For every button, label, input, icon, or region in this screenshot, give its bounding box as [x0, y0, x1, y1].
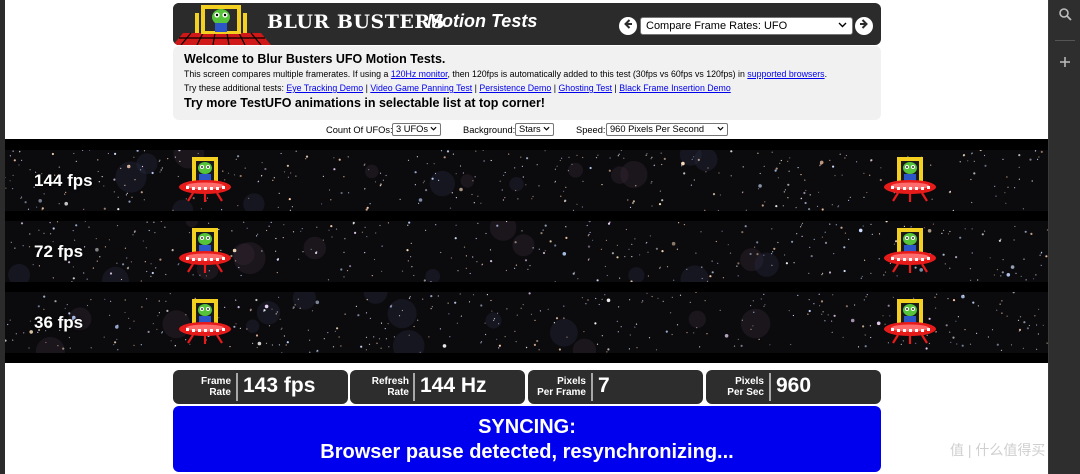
- welcome-panel: Welcome to Blur Busters UFO Motion Tests…: [173, 46, 881, 120]
- site-header: BLUR BUSTERS Motion Tests Compare Frame …: [173, 3, 881, 45]
- stat-label: Frame Rate: [181, 376, 231, 398]
- background-value: Stars: [519, 124, 541, 134]
- options-bar: Count Of UFOs: 3 UFOs Background: Stars …: [5, 123, 1048, 137]
- lane-fps-label: 72 fps: [34, 242, 84, 261]
- speed-label: Speed:: [576, 125, 606, 135]
- description-text: .: [824, 69, 828, 79]
- stat-divider: [591, 373, 593, 401]
- sync-title: SYNCING:: [478, 416, 576, 438]
- stat-frame-rate: Frame Rate 143 fps: [173, 370, 348, 404]
- speed-select[interactable]: 960 Pixels Per Second: [606, 123, 728, 136]
- sync-message: Browser pause detected, resynchronizing.…: [320, 441, 734, 463]
- arrow-left-circle-icon: [622, 17, 634, 35]
- additional-tests-label: Try these additional tests:: [184, 83, 287, 93]
- stat-label-line: Pixels: [557, 376, 586, 387]
- stat-divider: [236, 373, 238, 401]
- stat-label-line: Per Frame: [537, 387, 586, 398]
- stat-label-line: Refresh: [371, 376, 409, 387]
- test-select[interactable]: Compare Frame Rates: UFO: [640, 17, 853, 35]
- stat-divider: [769, 373, 771, 401]
- ufo-sprite: [177, 227, 233, 277]
- watermark: 值 | 什么值得买: [950, 442, 1046, 458]
- stat-refresh-rate: Refresh Rate 144 Hz: [350, 370, 525, 404]
- stat-divider: [413, 373, 415, 401]
- sidebar-divider: [1055, 40, 1075, 41]
- stat-label-line: Frame: [200, 376, 231, 387]
- link-black-frame-insertion-demo[interactable]: Black Frame Insertion Demo: [619, 83, 730, 93]
- stat-label-line: Pixels: [735, 376, 764, 387]
- lane-fps-label: 36 fps: [34, 313, 84, 332]
- speed-value: 960 Pixels Per Second: [610, 124, 705, 134]
- ufo-sprite: [177, 298, 233, 348]
- search-icon: [1058, 7, 1072, 26]
- chevron-down-icon: [430, 125, 437, 134]
- stat-label: Refresh Rate: [356, 376, 409, 398]
- ufo-count-value: 3 UFOs: [396, 124, 429, 134]
- additional-tests: Try these additional tests: Eye Tracking…: [184, 81, 870, 95]
- background-select[interactable]: Stars: [515, 123, 554, 136]
- sidebar-search-button[interactable]: [1049, 4, 1080, 28]
- chevron-down-icon: [838, 20, 847, 31]
- promo-text: Try more TestUFO animations in selectabl…: [184, 96, 545, 110]
- link-video-game-panning-test[interactable]: Video Game Panning Test: [370, 83, 472, 93]
- description-text: This screen compares multiple framerates…: [184, 69, 391, 79]
- refresh-rate-value: 144 Hz: [420, 374, 487, 397]
- background-label: Background:: [463, 125, 516, 135]
- lane-fps-label: 144 fps: [34, 171, 93, 190]
- blur-busters-logo[interactable]: [173, 3, 271, 45]
- page: BLUR BUSTERS Motion Tests Compare Frame …: [5, 0, 1048, 474]
- chevron-down-icon: [543, 125, 550, 134]
- link-120hz-monitor[interactable]: 120Hz monitor: [391, 69, 448, 79]
- plus-icon: [1059, 55, 1071, 73]
- description-text: , then 120fps is automatically added to …: [447, 69, 748, 79]
- ufo-sprite: [882, 298, 938, 348]
- ufo-lane-144fps: 144 fps: [5, 150, 1048, 211]
- stat-label: Pixels Per Frame: [532, 376, 586, 398]
- ufo-sprite: [882, 156, 938, 206]
- stat-label-line: Rate: [209, 387, 231, 398]
- frame-rate-value: 143 fps: [243, 374, 316, 397]
- pixels-per-sec-value: 960: [776, 374, 812, 397]
- ufo-sprite: [177, 156, 233, 206]
- ufo-lane-36fps: 36 fps: [5, 292, 1048, 353]
- ufo-count-select[interactable]: 3 UFOs: [392, 123, 441, 136]
- framerate-description: This screen compares multiple framerates…: [184, 67, 870, 81]
- arrow-right-circle-icon: [858, 17, 870, 35]
- previous-test-button[interactable]: [619, 17, 637, 35]
- link-supported-browsers[interactable]: supported browsers: [747, 69, 824, 79]
- stat-label-line: Rate: [387, 387, 409, 398]
- sync-status-banner: SYNCING: Browser pause detected, resynch…: [173, 406, 881, 472]
- link-eye-tracking-demo[interactable]: Eye Tracking Demo: [286, 83, 363, 93]
- ufo-test-field: 144 fps 72 fps 36 fps: [5, 139, 1048, 363]
- stat-pixels-per-frame: Pixels Per Frame 7: [528, 370, 703, 404]
- ufo-count-label: Count Of UFOs:: [326, 125, 393, 135]
- stat-label: Pixels Per Sec: [712, 376, 764, 398]
- sidebar-add-button[interactable]: [1049, 52, 1080, 76]
- stat-pixels-per-sec: Pixels Per Sec 960: [706, 370, 881, 404]
- next-test-button[interactable]: [855, 17, 873, 35]
- stat-label-line: Per Sec: [727, 387, 764, 398]
- site-subtitle: Motion Tests: [427, 11, 538, 31]
- test-select-value: Compare Frame Rates: UFO: [646, 20, 788, 32]
- link-ghosting-test[interactable]: Ghosting Test: [558, 83, 612, 93]
- welcome-heading: Welcome to Blur Busters UFO Motion Tests…: [184, 52, 446, 66]
- pixels-per-frame-value: 7: [598, 374, 610, 397]
- chevron-down-icon: [717, 125, 724, 134]
- site-title: BLUR BUSTERS: [267, 11, 445, 33]
- link-persistence-demo[interactable]: Persistence Demo: [479, 83, 551, 93]
- ufo-sprite: [882, 227, 938, 277]
- browser-sidebar: [1048, 0, 1080, 474]
- ufo-lane-72fps: 72 fps: [5, 221, 1048, 282]
